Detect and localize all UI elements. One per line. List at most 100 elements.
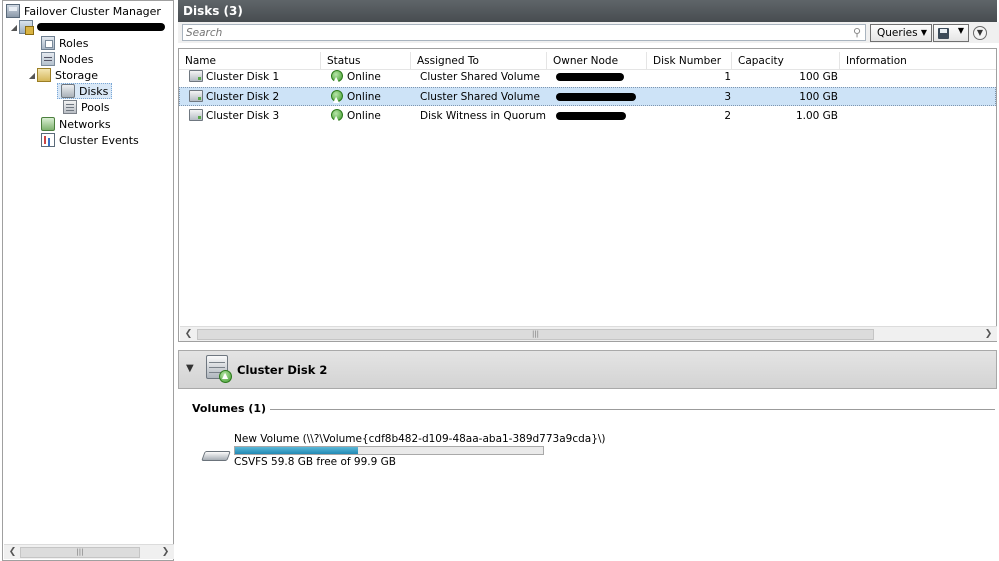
cluster-disk-icon xyxy=(189,109,203,121)
tree-item-label: Pools xyxy=(81,100,110,114)
cell-status: Online xyxy=(331,68,411,89)
queries-label: Queries xyxy=(877,27,918,39)
cluster-disk-icon xyxy=(189,70,203,82)
section-divider xyxy=(192,409,995,410)
chevron-down-icon[interactable]: ▼ xyxy=(186,363,194,374)
scrollbar-thumb[interactable]: ||| xyxy=(20,547,140,558)
cell-status: Online xyxy=(331,88,411,109)
chevron-down-icon: ▼ xyxy=(976,28,984,37)
cell-name: Cluster Disk 1 xyxy=(189,68,319,87)
expand-toggle-button[interactable]: ▼ xyxy=(973,26,987,40)
cell-name: Cluster Disk 3 xyxy=(189,107,319,126)
search-icon[interactable]: ⚲ xyxy=(853,26,861,39)
roles-icon xyxy=(41,36,55,50)
cluster-icon xyxy=(19,20,34,35)
disk-name: Cluster Disk 3 xyxy=(206,110,280,122)
table-row[interactable]: Cluster Disk 3 Online Disk Witness in Qu… xyxy=(179,107,996,128)
volume-usage-fill xyxy=(235,447,358,454)
disk-name: Cluster Disk 2 xyxy=(206,91,280,103)
volume-name[interactable]: New Volume (\\?\Volume{cdf8b482-d109-48a… xyxy=(234,433,606,445)
cell-disk-number: 2 xyxy=(724,110,731,122)
tree-item-networks[interactable]: Networks xyxy=(41,116,111,132)
search-toolbar: ⚲ Queries ▼ ▼ ▼ xyxy=(178,22,999,43)
collapse-arrow-icon[interactable]: ◢ xyxy=(27,71,37,80)
cluster-name-redacted xyxy=(37,21,165,34)
online-status-icon xyxy=(331,109,343,128)
storage-folder-icon xyxy=(37,68,51,82)
tree-item-cluster[interactable]: ◢ xyxy=(9,19,165,35)
navigation-tree: Failover Cluster Manager ◢ Roles Nodes ◢… xyxy=(2,0,174,561)
failover-cluster-manager-icon xyxy=(6,4,20,18)
disks-table: Name Status Assigned To Owner Node Disk … xyxy=(178,48,997,342)
cell-owner-node-redacted xyxy=(556,68,646,87)
cell-assigned-to: Disk Witness in Quorum xyxy=(420,110,546,122)
scroll-left-icon[interactable]: ❮ xyxy=(181,328,196,341)
status-text: Online xyxy=(347,110,381,122)
online-status-icon xyxy=(331,90,343,109)
cell-disk-number: 3 xyxy=(724,91,731,103)
networks-icon xyxy=(41,117,55,131)
tree-item-cluster-events[interactable]: Cluster Events xyxy=(41,132,139,148)
cell-status: Online xyxy=(331,107,411,128)
scrollbar-thumb[interactable]: ||| xyxy=(197,329,874,340)
scroll-right-icon[interactable]: ❯ xyxy=(981,328,996,341)
status-text: Online xyxy=(347,71,381,83)
cell-capacity: 100 GB xyxy=(799,91,838,103)
dropdown-arrow-icon: ▼ xyxy=(957,26,964,35)
pools-icon xyxy=(63,100,77,114)
tree-item-storage[interactable]: ◢ Storage xyxy=(27,67,98,83)
tree-item-label: Networks xyxy=(59,117,111,131)
main-pane: Disks (3) ⚲ Queries ▼ ▼ ▼ Name Status As… xyxy=(178,0,999,561)
cell-information xyxy=(845,68,995,87)
volumes-section: Volumes (1) xyxy=(192,402,997,416)
cell-disk-number: 1 xyxy=(724,71,731,83)
tree-item-roles[interactable]: Roles xyxy=(41,35,88,51)
disk-name: Cluster Disk 1 xyxy=(206,71,280,83)
tree-item-pools[interactable]: Pools xyxy=(63,99,110,115)
status-text: Online xyxy=(347,91,381,103)
cell-name: Cluster Disk 2 xyxy=(189,88,319,107)
cell-capacity: 1.00 GB xyxy=(795,110,838,122)
cell-capacity: 100 GB xyxy=(799,71,838,83)
disks-icon xyxy=(61,84,75,98)
tree-item-label: Roles xyxy=(59,36,89,50)
cluster-disk-icon xyxy=(189,90,203,102)
table-horizontal-scrollbar[interactable]: ❮ ||| ❯ xyxy=(180,326,997,341)
cell-owner-node-redacted xyxy=(556,88,646,107)
table-row[interactable]: Cluster Disk 1 Online Cluster Shared Vol… xyxy=(179,68,996,89)
cell-information xyxy=(845,88,995,107)
tree-item-nodes[interactable]: Nodes xyxy=(41,51,93,67)
cell-assigned-to: Cluster Shared Volume xyxy=(420,91,540,103)
tree-item-label: Disks xyxy=(79,84,109,98)
online-status-icon xyxy=(331,70,343,89)
cell-information xyxy=(845,107,995,126)
volume-usage-bar xyxy=(234,446,544,455)
table-row-selected[interactable]: Cluster Disk 2 Online Cluster Shared Vol… xyxy=(179,87,996,109)
volumes-title: Volumes (1) xyxy=(192,402,271,415)
cell-owner-node-redacted xyxy=(556,107,646,126)
details-panel-header[interactable]: ▼ Cluster Disk 2 xyxy=(178,350,997,389)
scroll-right-icon[interactable]: ❯ xyxy=(158,546,173,559)
volume-drive-icon xyxy=(201,447,231,463)
tree-horizontal-scrollbar[interactable]: ❮ ||| ❯ xyxy=(4,544,174,559)
tree-item-label: Storage xyxy=(55,68,99,82)
tree-item-label: Cluster Events xyxy=(59,133,139,147)
tree-item-label: Nodes xyxy=(59,52,94,66)
tree-root-label: Failover Cluster Manager xyxy=(24,4,161,18)
cluster-disk-online-icon xyxy=(206,355,232,385)
nodes-icon xyxy=(41,52,55,66)
details-title: Cluster Disk 2 xyxy=(237,363,328,377)
collapse-arrow-icon[interactable]: ◢ xyxy=(9,23,19,32)
search-box[interactable]: ⚲ xyxy=(182,24,866,41)
scroll-left-icon[interactable]: ❮ xyxy=(5,546,20,559)
tree-item-disks[interactable]: Disks xyxy=(57,83,113,99)
dropdown-arrow-icon: ▼ xyxy=(920,28,927,37)
tree-item-root[interactable]: Failover Cluster Manager xyxy=(6,3,161,19)
search-input[interactable] xyxy=(183,25,843,40)
volume-free-space: CSVFS 59.8 GB free of 99.9 GB xyxy=(234,456,396,468)
save-icon xyxy=(938,28,949,39)
save-query-button[interactable]: ▼ xyxy=(933,24,969,42)
cluster-events-icon xyxy=(41,133,55,147)
queries-button[interactable]: Queries ▼ xyxy=(870,24,932,42)
page-title: Disks (3) xyxy=(178,0,997,22)
